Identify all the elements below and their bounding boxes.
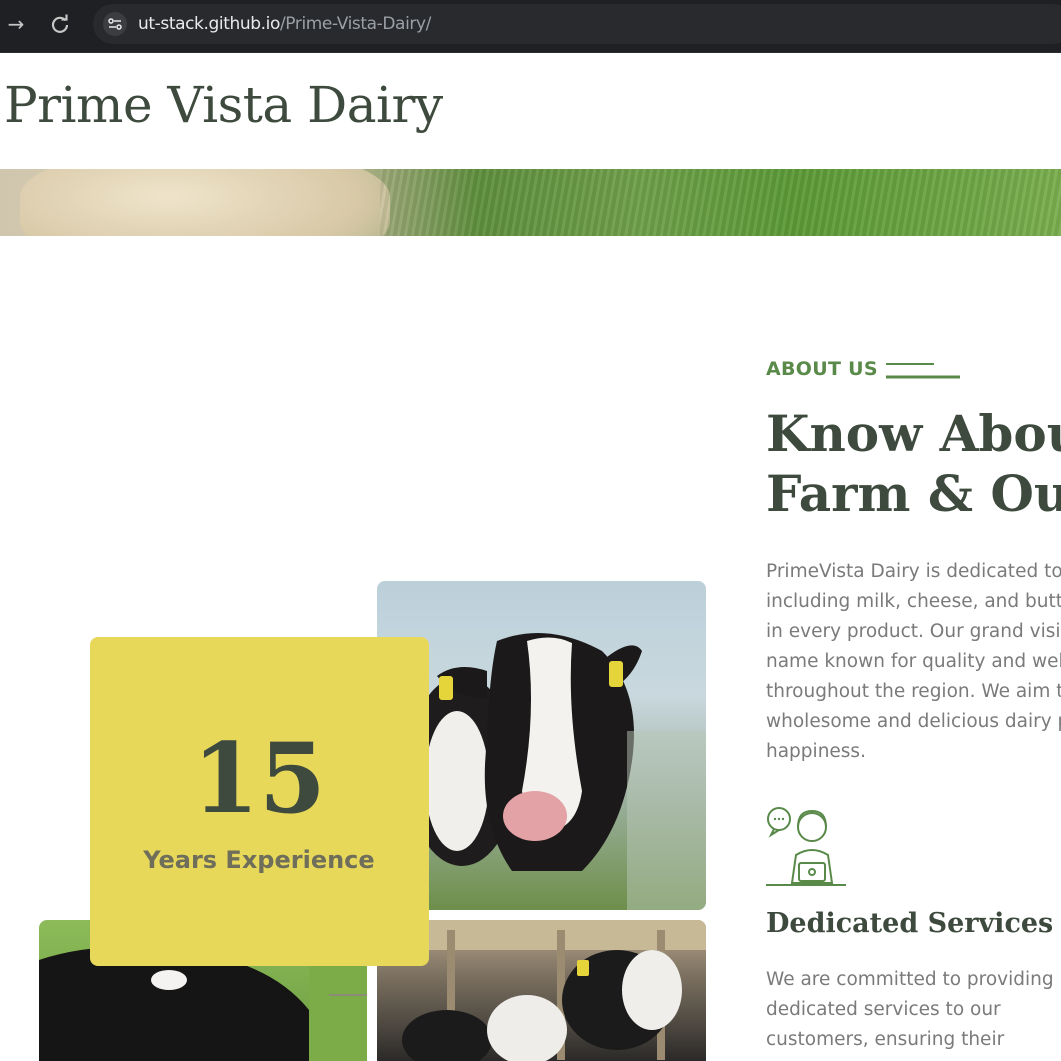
arrow-right-icon[interactable]: → — [2, 10, 30, 38]
service-title: Dedicated Services — [766, 908, 1054, 939]
experience-label: Years Experience — [143, 846, 375, 874]
about-heading-line: Farm & Ou — [766, 464, 1061, 523]
service-description-line: customers, ensuring their — [766, 1029, 1005, 1050]
url-host: ut-stack.github.io — [138, 14, 280, 34]
service-description-line: dedicated services to our — [766, 999, 1001, 1020]
about-description-line: PrimeVista Dairy is dedicated to — [766, 561, 1061, 582]
reload-icon[interactable] — [46, 10, 74, 38]
customer-support-icon — [766, 807, 846, 886]
url-path: /Prime-Vista-Dairy/ — [279, 14, 431, 34]
about-description-line: including milk, cheese, and butt — [766, 591, 1061, 612]
about-description-line: wholesome and delicious dairy p — [766, 711, 1061, 732]
divider-lines-icon — [886, 363, 960, 379]
about-heading: Know Abou Farm & Ou — [766, 404, 1061, 524]
experience-number: 15 — [192, 722, 326, 835]
browser-toolbar: → ut-stack.github.io/Prime-Vista-Dairy/ — [0, 0, 1061, 53]
site-title[interactable]: Prime Vista Dairy — [4, 76, 443, 134]
about-description: PrimeVista Dairy is dedicated to includi… — [766, 557, 1061, 767]
url-text: ut-stack.github.io/Prime-Vista-Dairy/ — [138, 14, 431, 34]
about-description-line: in every product. Our grand visio — [766, 621, 1061, 642]
about-description-line: happiness. — [766, 741, 866, 762]
service-description-line: We are committed to providing — [766, 969, 1054, 990]
address-bar[interactable]: ut-stack.github.io/Prime-Vista-Dairy/ — [93, 4, 1061, 44]
about-description-line: throughout the region. We aim t — [766, 681, 1061, 702]
hero-grass-texture — [380, 169, 1061, 236]
service-description: We are committed to providing dedicated … — [766, 965, 1061, 1055]
hero-image — [0, 169, 1061, 236]
about-description-line: name known for quality and wel — [766, 651, 1061, 672]
about-label: ABOUT US — [766, 358, 878, 380]
tune-icon[interactable] — [103, 12, 127, 36]
about-heading-line: Know Abou — [766, 404, 1061, 463]
hero-cow-shape — [20, 169, 390, 236]
